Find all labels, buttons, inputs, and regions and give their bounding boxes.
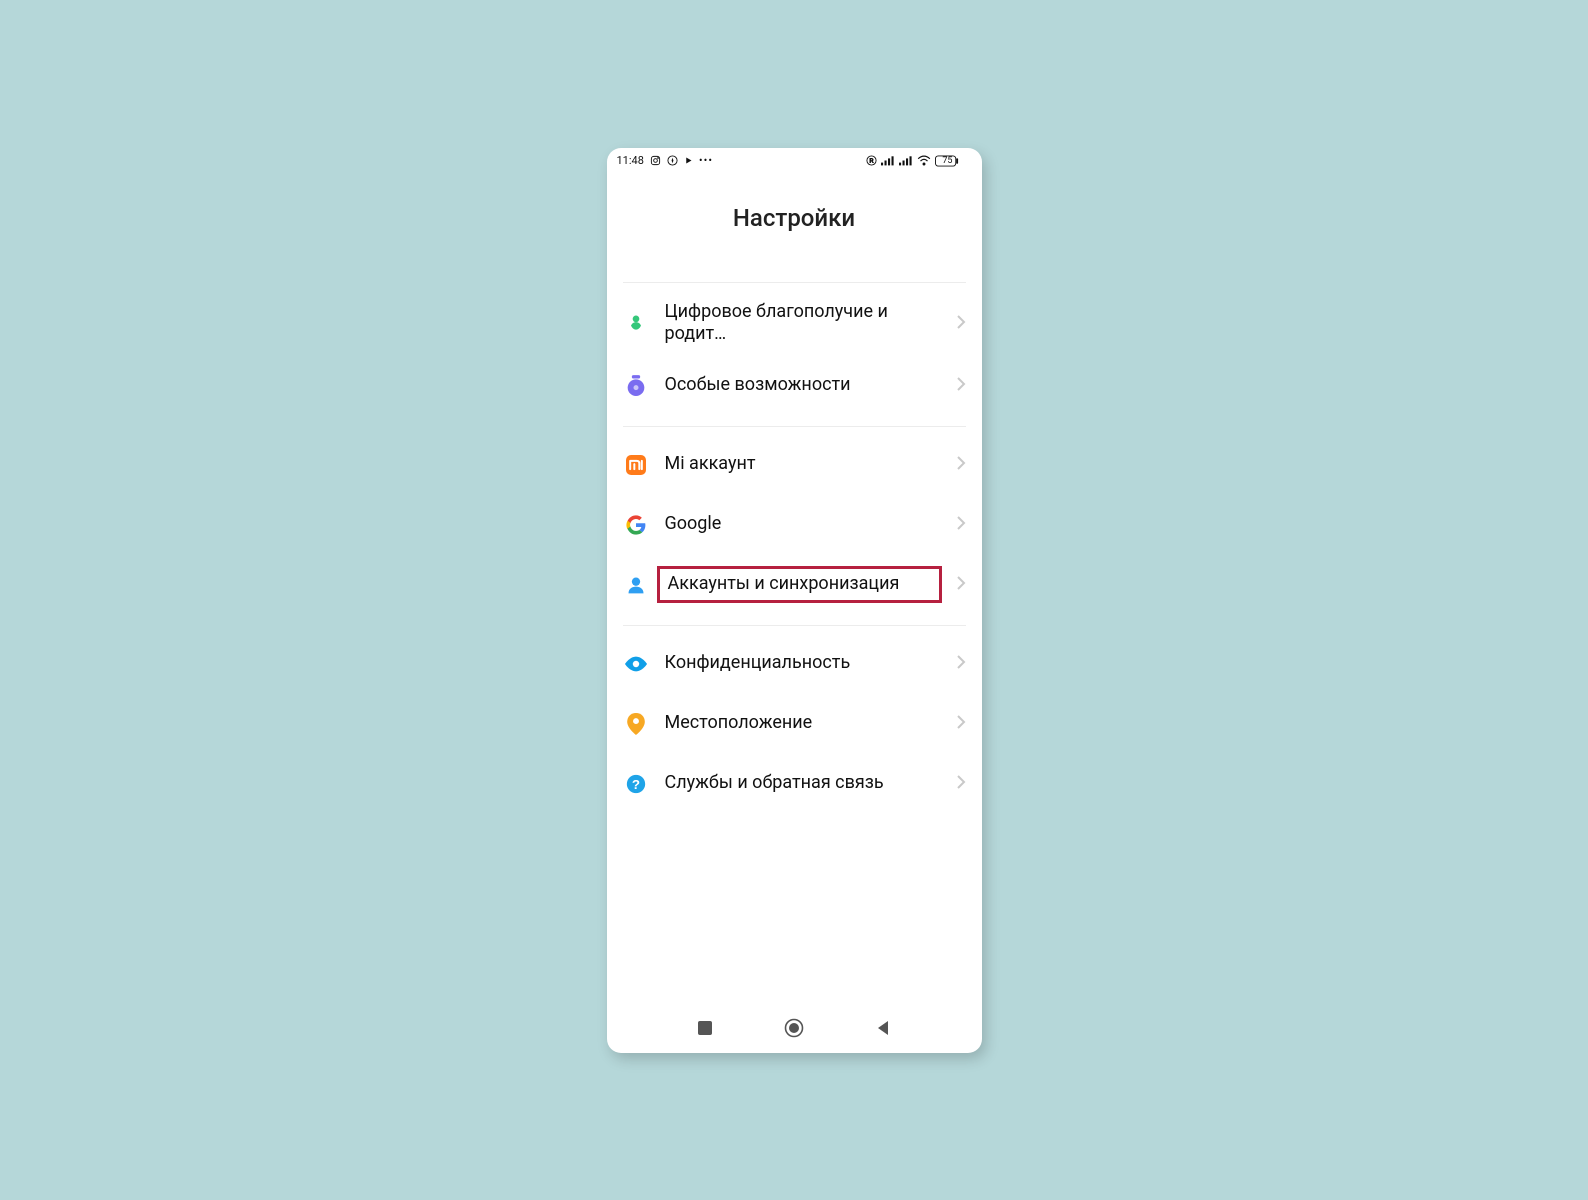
item-label: Google <box>665 513 940 536</box>
page-title: Настройки <box>607 174 982 282</box>
item-label: Аккаунты и синхронизация <box>657 566 942 603</box>
item-label: Mi аккаунт <box>665 453 940 476</box>
settings-item-feedback[interactable]: ? Службы и обратная связь <box>623 754 966 814</box>
svg-text:R: R <box>870 158 874 164</box>
item-label: Конфиденциальность <box>665 652 940 675</box>
wifi-icon <box>917 155 931 166</box>
status-time: 11:48 <box>617 154 644 167</box>
signal-1-icon <box>881 155 895 166</box>
item-label: Особые возможности <box>665 374 940 397</box>
settings-item-accounts-sync[interactable]: Аккаунты и синхронизация <box>623 555 966 615</box>
chevron-right-icon <box>956 714 966 733</box>
item-label: Цифровое благополучие и родит… <box>665 301 940 346</box>
chevron-right-icon <box>956 314 966 333</box>
settings-group: Конфиденциальность Местоположение ? Служ… <box>623 626 966 824</box>
settings-item-location[interactable]: Местоположение <box>623 694 966 754</box>
eye-icon <box>623 656 649 672</box>
nav-back-button[interactable] <box>863 1020 903 1036</box>
registered-icon: R <box>866 155 877 166</box>
status-right: R 75 <box>866 155 971 167</box>
chevron-right-icon <box>956 376 966 395</box>
signal-2-icon <box>899 155 913 166</box>
google-icon <box>623 515 649 535</box>
status-left: 11:48 ••• <box>617 154 714 167</box>
person-icon <box>623 575 649 595</box>
chevron-right-icon <box>956 455 966 474</box>
help-icon: ? <box>623 774 649 794</box>
mi-icon <box>623 455 649 475</box>
item-label: Службы и обратная связь <box>665 772 940 795</box>
android-nav-bar <box>607 1009 982 1053</box>
accessibility-icon <box>623 375 649 397</box>
chevron-right-icon <box>956 575 966 594</box>
wellbeing-icon <box>623 313 649 333</box>
phone-frame: 11:48 ••• R <box>607 148 982 1053</box>
settings-item-mi-account[interactable]: Mi аккаунт <box>623 435 966 495</box>
battery-level: 75 <box>942 156 952 166</box>
settings-item-privacy[interactable]: Конфиденциальность <box>623 634 966 694</box>
chevron-right-icon <box>956 774 966 793</box>
location-pin-icon <box>623 713 649 735</box>
item-label: Местоположение <box>665 712 940 735</box>
nav-home-button[interactable] <box>774 1018 814 1038</box>
more-icon: ••• <box>699 154 713 167</box>
settings-item-accessibility[interactable]: Особые возможности <box>623 356 966 416</box>
settings-item-google[interactable]: Google <box>623 495 966 555</box>
settings-group: Mi аккаунт Google Аккаунты и синхронизац <box>623 427 966 625</box>
settings-list: Цифровое благополучие и родит… Особые во… <box>607 282 982 1009</box>
play-icon <box>684 156 693 165</box>
instagram-icon <box>650 155 661 166</box>
chevron-right-icon <box>956 515 966 534</box>
settings-item-wellbeing[interactable]: Цифровое благополучие и родит… <box>623 291 966 356</box>
compass-icon <box>667 155 678 166</box>
settings-group: Цифровое благополучие и родит… Особые во… <box>623 283 966 426</box>
battery-icon: 75 <box>935 155 971 167</box>
chevron-right-icon <box>956 654 966 673</box>
svg-text:?: ? <box>631 777 639 792</box>
status-bar: 11:48 ••• R <box>607 148 982 174</box>
nav-recent-button[interactable] <box>685 1020 725 1036</box>
